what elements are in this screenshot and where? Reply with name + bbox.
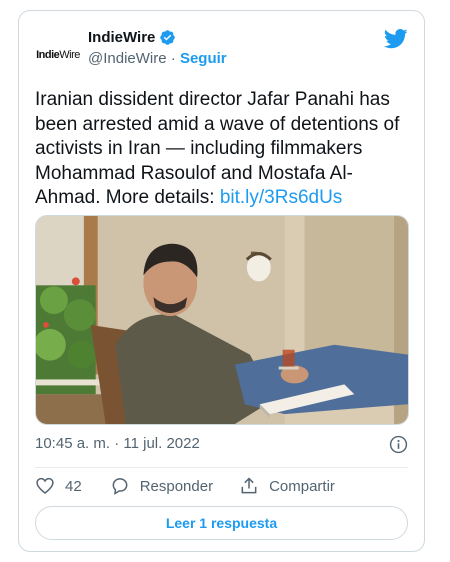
verified-badge-icon	[160, 30, 176, 45]
like-count: 42	[65, 477, 82, 495]
separator: ·	[170, 50, 176, 67]
reply-label: Responder	[139, 477, 214, 495]
avatar-logo-thin: Wire	[59, 49, 80, 61]
like-button[interactable]: 42	[35, 476, 82, 496]
tweet-photo[interactable]	[35, 215, 409, 425]
info-icon[interactable]	[389, 435, 408, 454]
heart-icon	[36, 477, 54, 495]
avatar[interactable]: Indie Wire	[34, 31, 82, 79]
divider	[35, 467, 408, 468]
reply-icon	[112, 478, 128, 495]
twitter-bird-icon[interactable]	[384, 29, 408, 49]
tweet-body: Iranian dissident director Jafar Panahi …	[35, 89, 400, 208]
reply-button[interactable]: Responder	[110, 476, 213, 496]
tweet-timestamp[interactable]: 10:45 a. m. · 11 jul. 2022	[35, 435, 200, 452]
author-handle-row: @IndieWire · Seguir	[88, 50, 227, 67]
author-name[interactable]: IndieWire	[88, 29, 155, 46]
photo-illustration	[36, 216, 408, 424]
author-name-row: IndieWire	[88, 29, 176, 46]
share-label: Compartir	[269, 477, 335, 495]
share-button[interactable]: Compartir	[239, 476, 335, 496]
tweet-card: Indie Wire IndieWire @IndieWire · Seguir …	[18, 10, 425, 552]
avatar-logo-bold: Indie	[36, 49, 60, 61]
tweet-link[interactable]: bit.ly/3Rs6dUs	[220, 187, 343, 208]
share-icon	[241, 477, 257, 494]
follow-button[interactable]: Seguir	[180, 50, 227, 67]
author-handle[interactable]: @IndieWire	[88, 50, 167, 67]
read-replies-button[interactable]: Leer 1 respuesta	[35, 506, 408, 540]
tweet-actions: 42 Responder Compartir	[35, 476, 335, 496]
tweet-text: Iranian dissident director Jafar Panahi …	[35, 88, 413, 211]
